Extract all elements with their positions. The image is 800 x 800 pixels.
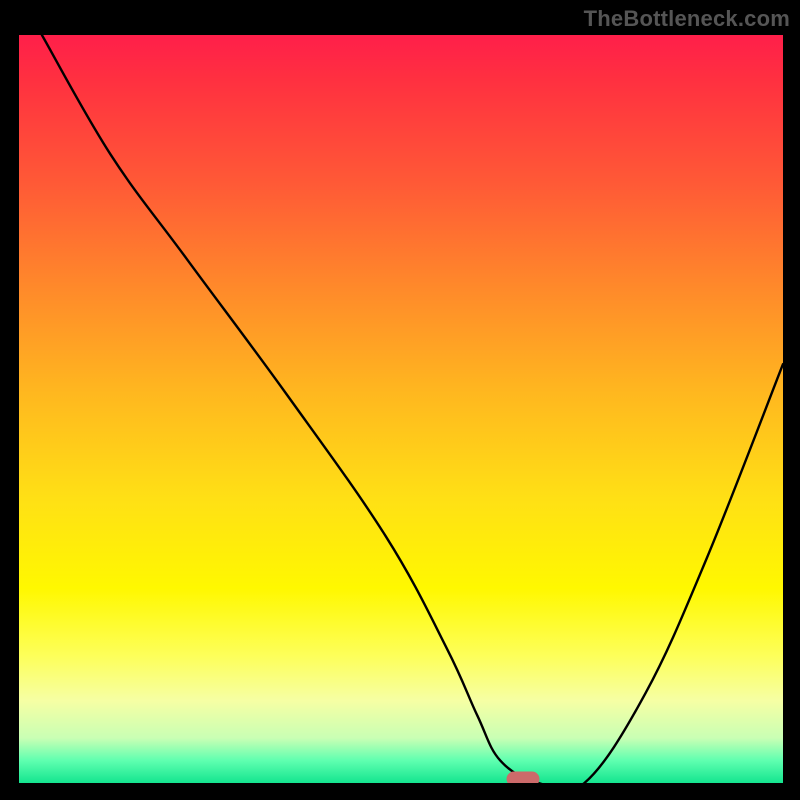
watermark-text: TheBottleneck.com [584, 6, 790, 32]
chart-frame: TheBottleneck.com [0, 0, 800, 800]
optimal-marker [507, 772, 540, 784]
plot-area [19, 35, 783, 783]
bottleneck-curve [19, 35, 783, 783]
